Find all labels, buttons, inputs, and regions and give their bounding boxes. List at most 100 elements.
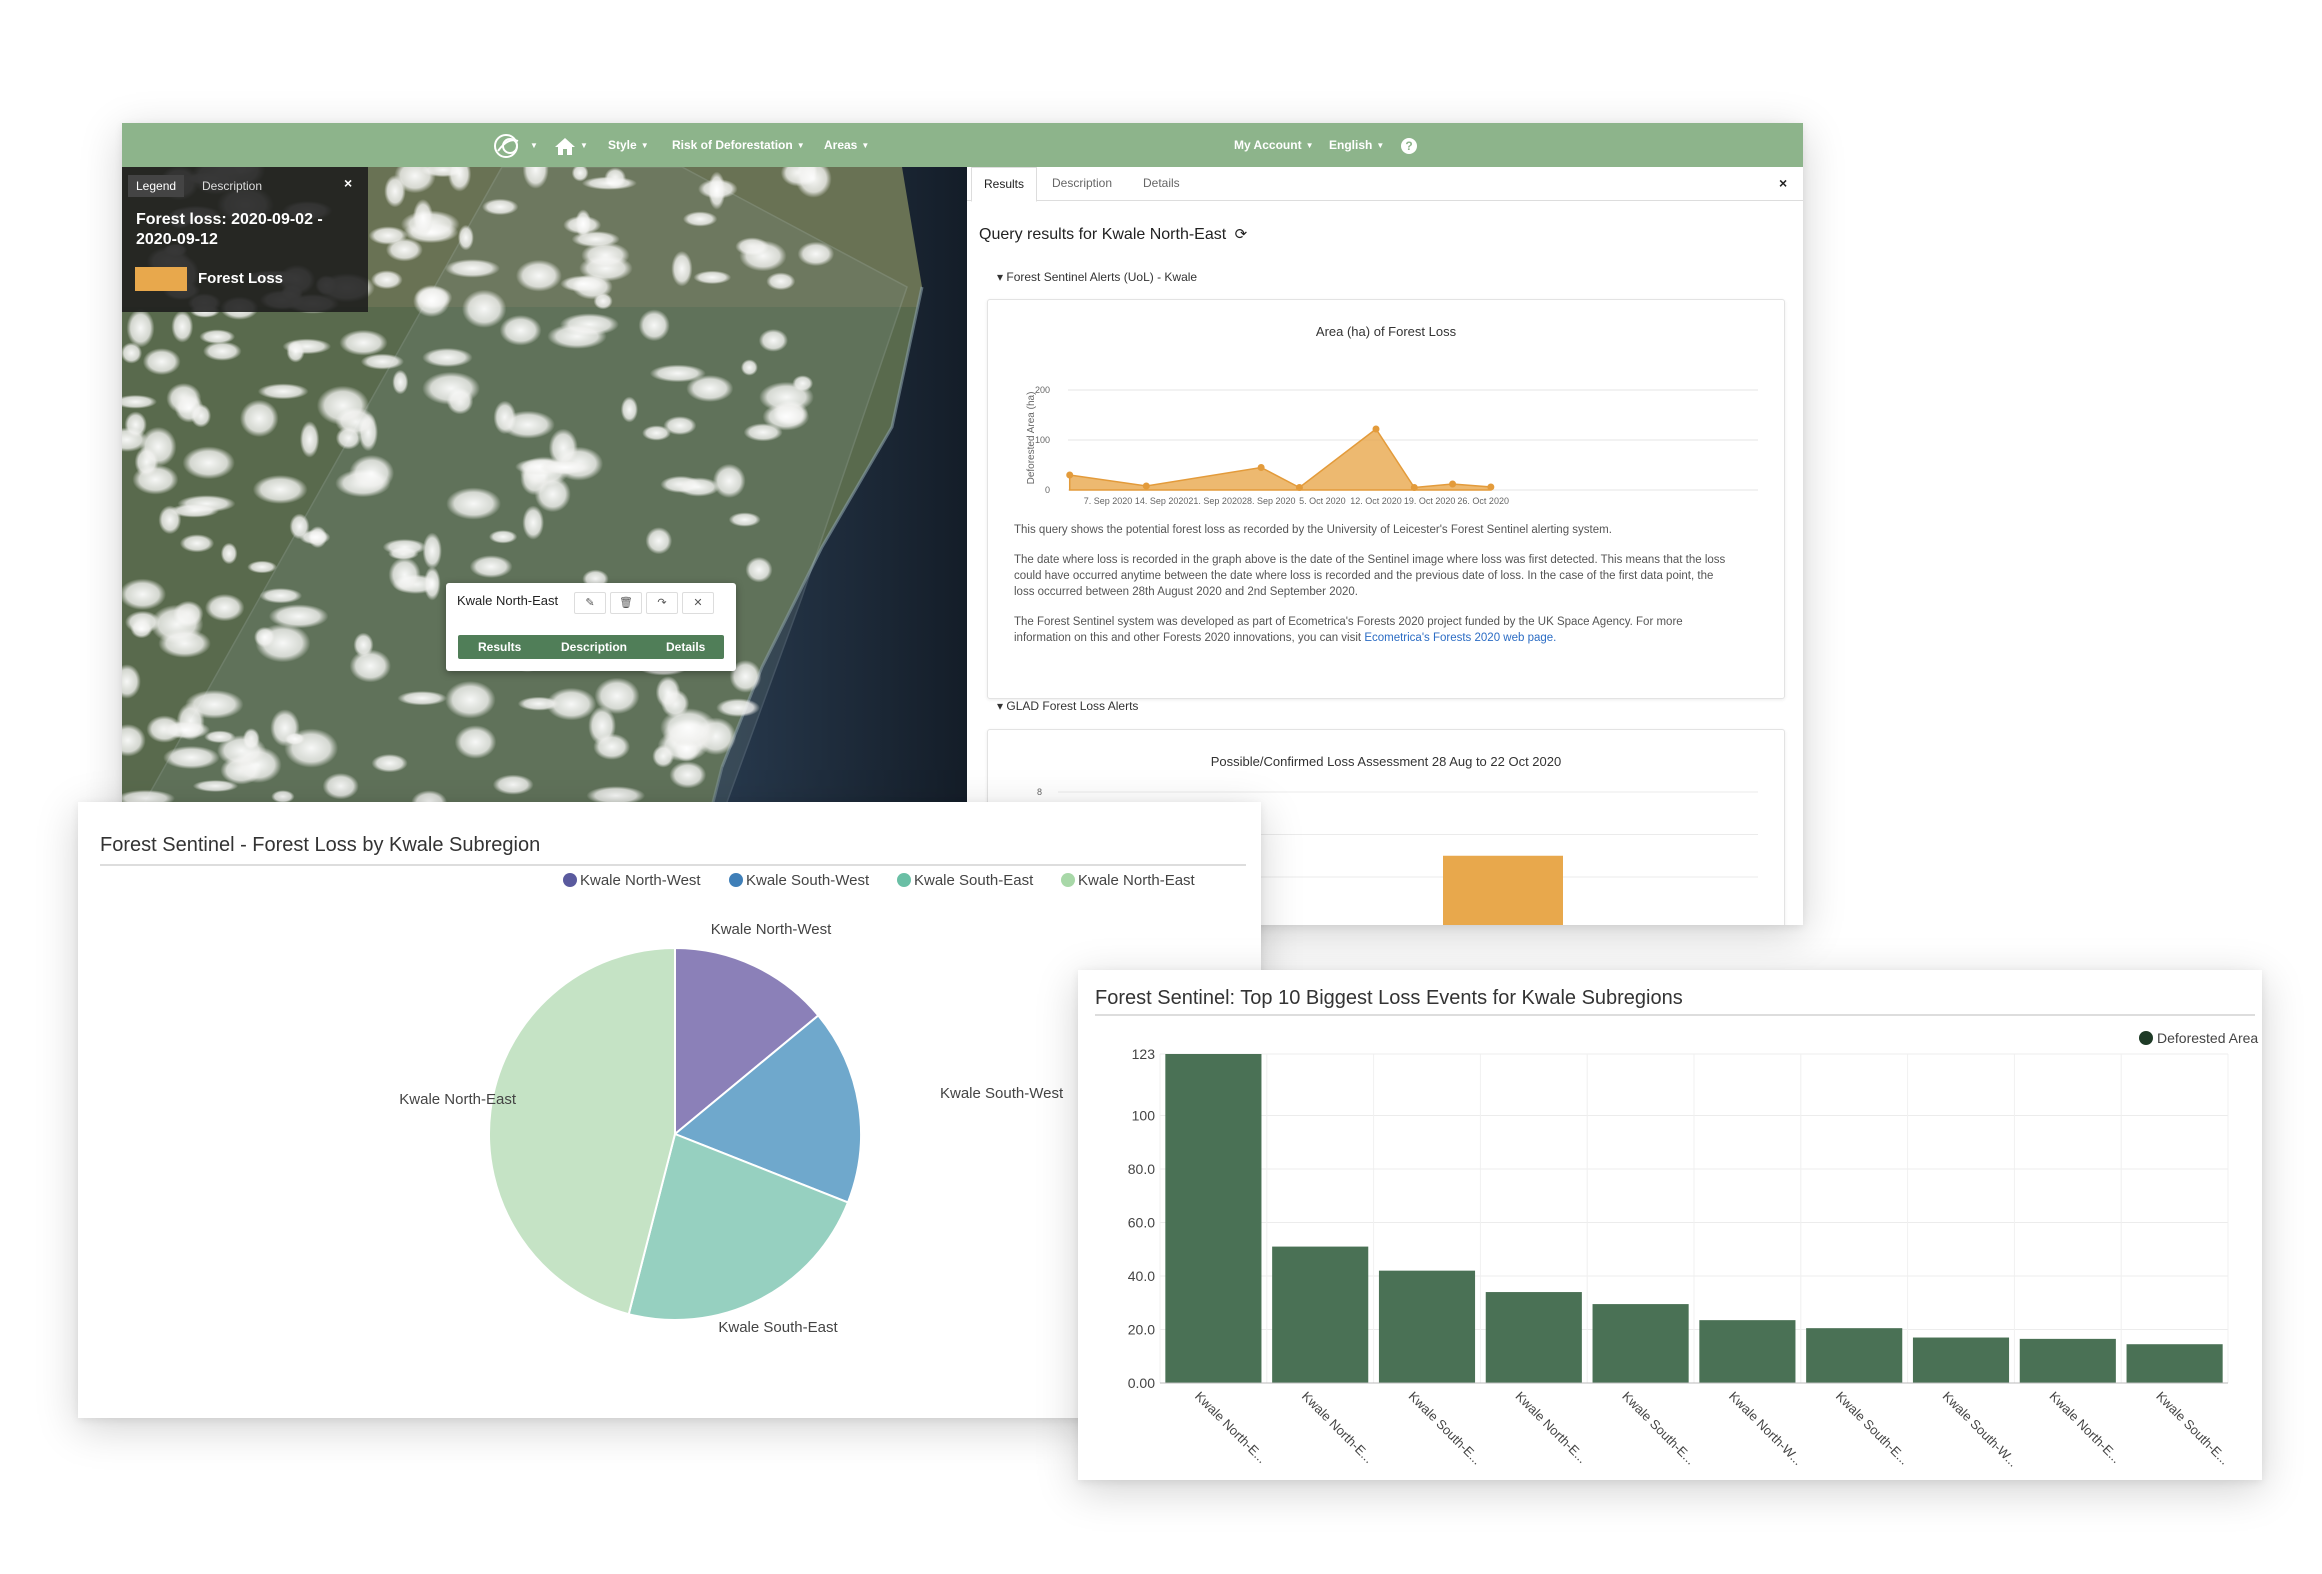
cloud-texture bbox=[515, 259, 562, 292]
x-tick-label: Kwale South-E... bbox=[1619, 1389, 1698, 1468]
loss-event-bar[interactable] bbox=[1378, 1270, 1476, 1383]
popup-tabs: Results Description Details bbox=[458, 635, 724, 659]
loss-event-bar[interactable] bbox=[1699, 1320, 1796, 1383]
svg-text:?: ? bbox=[1405, 139, 1412, 153]
cloud-texture bbox=[539, 460, 592, 475]
edit-icon[interactable]: ✎ bbox=[574, 592, 606, 614]
y-tick-label: 100 bbox=[1035, 435, 1050, 445]
cloud-texture bbox=[199, 329, 236, 344]
cloud-texture bbox=[422, 371, 480, 405]
popup-tab-details[interactable]: Details bbox=[666, 635, 705, 659]
forests-2020-link[interactable]: Ecometrica's Forests 2020 web page. bbox=[1364, 632, 1556, 644]
glad-bar[interactable] bbox=[1443, 855, 1563, 925]
loss-event-bar[interactable] bbox=[2126, 1344, 2223, 1383]
cloud-texture bbox=[499, 315, 542, 346]
data-point[interactable] bbox=[1295, 484, 1303, 491]
loss-event-bar[interactable] bbox=[1272, 1246, 1369, 1383]
loss-event-bar[interactable] bbox=[1165, 1054, 1262, 1383]
section-forest-sentinel[interactable]: ▾ Forest Sentinel Alerts (UoL) - Kwale bbox=[997, 270, 1197, 284]
legend-swatch[interactable] bbox=[2139, 1031, 2153, 1045]
data-point[interactable] bbox=[1372, 425, 1380, 433]
x-tick-label: Kwale North-E... bbox=[2046, 1389, 2124, 1467]
cloud-texture bbox=[158, 629, 211, 658]
legend-label[interactable]: Deforested Area (ha) bbox=[2157, 1030, 2262, 1046]
cloud-texture bbox=[268, 604, 329, 629]
loss-event-bar[interactable] bbox=[1592, 1304, 1689, 1383]
delete-icon[interactable]: 🗑 bbox=[610, 592, 642, 614]
data-point[interactable] bbox=[1066, 471, 1074, 479]
legend-label[interactable]: Kwale South-East bbox=[914, 872, 1034, 889]
nav-risk-of-deforestation[interactable]: Risk of Deforestation ▼ bbox=[672, 123, 805, 167]
x-tick-label: 21. Sep 2020 bbox=[1188, 496, 1242, 506]
legend-description-tab[interactable]: Description bbox=[194, 175, 270, 197]
legend-close-icon[interactable]: × bbox=[344, 175, 352, 191]
legend-label[interactable]: Kwale North-West bbox=[580, 872, 701, 889]
cloud-texture bbox=[161, 720, 210, 740]
cloud-texture bbox=[413, 284, 450, 318]
section-glad[interactable]: ▾ GLAD Forest Loss Alerts bbox=[997, 699, 1138, 713]
legend-swatch[interactable] bbox=[1061, 873, 1075, 887]
cloud-texture bbox=[257, 383, 309, 400]
y-tick-label: 100 bbox=[1132, 1108, 1156, 1124]
y-tick-label: 8 bbox=[1037, 787, 1042, 797]
x-tick-label: Kwale South-E... bbox=[1406, 1389, 1485, 1468]
cloud-texture bbox=[444, 259, 500, 278]
popup-tab-description[interactable]: Description bbox=[561, 635, 627, 659]
close-icon[interactable]: ✕ bbox=[682, 592, 714, 614]
data-point[interactable] bbox=[1410, 484, 1418, 491]
loss-event-bar[interactable] bbox=[1485, 1292, 1582, 1383]
legend-label[interactable]: Kwale South-West bbox=[746, 872, 870, 889]
data-point[interactable] bbox=[1449, 480, 1457, 488]
description-paragraph-3: The Forest Sentinel system was developed… bbox=[1014, 616, 1683, 644]
cloud-texture bbox=[797, 241, 835, 267]
results-close-icon[interactable]: × bbox=[1779, 175, 1787, 191]
refresh-icon[interactable]: ⟳ bbox=[1235, 226, 1248, 243]
cloud-texture bbox=[492, 774, 534, 795]
data-point[interactable] bbox=[1142, 482, 1150, 490]
x-tick-label: Kwale North-E... bbox=[1192, 1389, 1270, 1467]
cloud-texture bbox=[575, 209, 592, 238]
cloud-texture bbox=[259, 588, 303, 604]
cloud-texture bbox=[423, 566, 441, 601]
legend-swatch[interactable] bbox=[897, 873, 911, 887]
cloud-texture bbox=[204, 593, 245, 622]
cloud-texture bbox=[174, 393, 204, 423]
nav-style[interactable]: Style ▼ bbox=[608, 123, 649, 167]
nav-areas[interactable]: Areas ▼ bbox=[824, 123, 869, 167]
x-tick-label: 19. Oct 2020 bbox=[1404, 496, 1456, 506]
loss-event-bar[interactable] bbox=[1806, 1328, 1903, 1383]
tab-description[interactable]: Description bbox=[1040, 167, 1124, 200]
cloud-texture bbox=[594, 677, 640, 715]
legend-swatch[interactable] bbox=[729, 873, 743, 887]
loss-event-bar[interactable] bbox=[2019, 1338, 2116, 1383]
help-icon[interactable]: ? bbox=[1400, 123, 1418, 167]
nav-language[interactable]: English ▼ bbox=[1329, 123, 1384, 167]
cloud-texture bbox=[254, 626, 276, 648]
loss-event-bar[interactable] bbox=[1912, 1337, 2010, 1383]
cloud-texture bbox=[676, 477, 721, 497]
home-icon[interactable]: ▼ bbox=[554, 123, 588, 167]
pie-slice-label: Kwale North-East bbox=[399, 1091, 517, 1108]
legend-label[interactable]: Kwale North-East bbox=[1078, 872, 1196, 889]
cloud-texture bbox=[422, 347, 473, 368]
cloud-texture bbox=[182, 446, 235, 480]
cloud-texture bbox=[412, 199, 434, 237]
legend-tab[interactable]: Legend bbox=[128, 175, 185, 197]
y-tick-label: 0 bbox=[1045, 485, 1050, 495]
cloud-texture bbox=[126, 308, 155, 348]
share-icon[interactable]: ↷ bbox=[646, 592, 678, 614]
popup-tab-results[interactable]: Results bbox=[478, 635, 521, 659]
cloud-texture bbox=[758, 329, 789, 352]
nav-my-account[interactable]: My Account ▼ bbox=[1234, 123, 1313, 167]
tab-results[interactable]: Results bbox=[971, 167, 1038, 202]
cloud-texture bbox=[203, 341, 242, 361]
forest-sentinel-card: Area (ha) of Forest Loss Deforested Area… bbox=[987, 299, 1785, 699]
legend-swatch[interactable] bbox=[563, 873, 577, 887]
data-point[interactable] bbox=[1257, 464, 1265, 471]
cloud-texture bbox=[655, 676, 681, 709]
cloud-texture bbox=[740, 359, 758, 376]
tab-details[interactable]: Details bbox=[1131, 167, 1192, 200]
data-point[interactable] bbox=[1487, 483, 1495, 491]
cloud-texture bbox=[482, 198, 519, 216]
logo-icon[interactable]: ▼ bbox=[492, 123, 538, 167]
